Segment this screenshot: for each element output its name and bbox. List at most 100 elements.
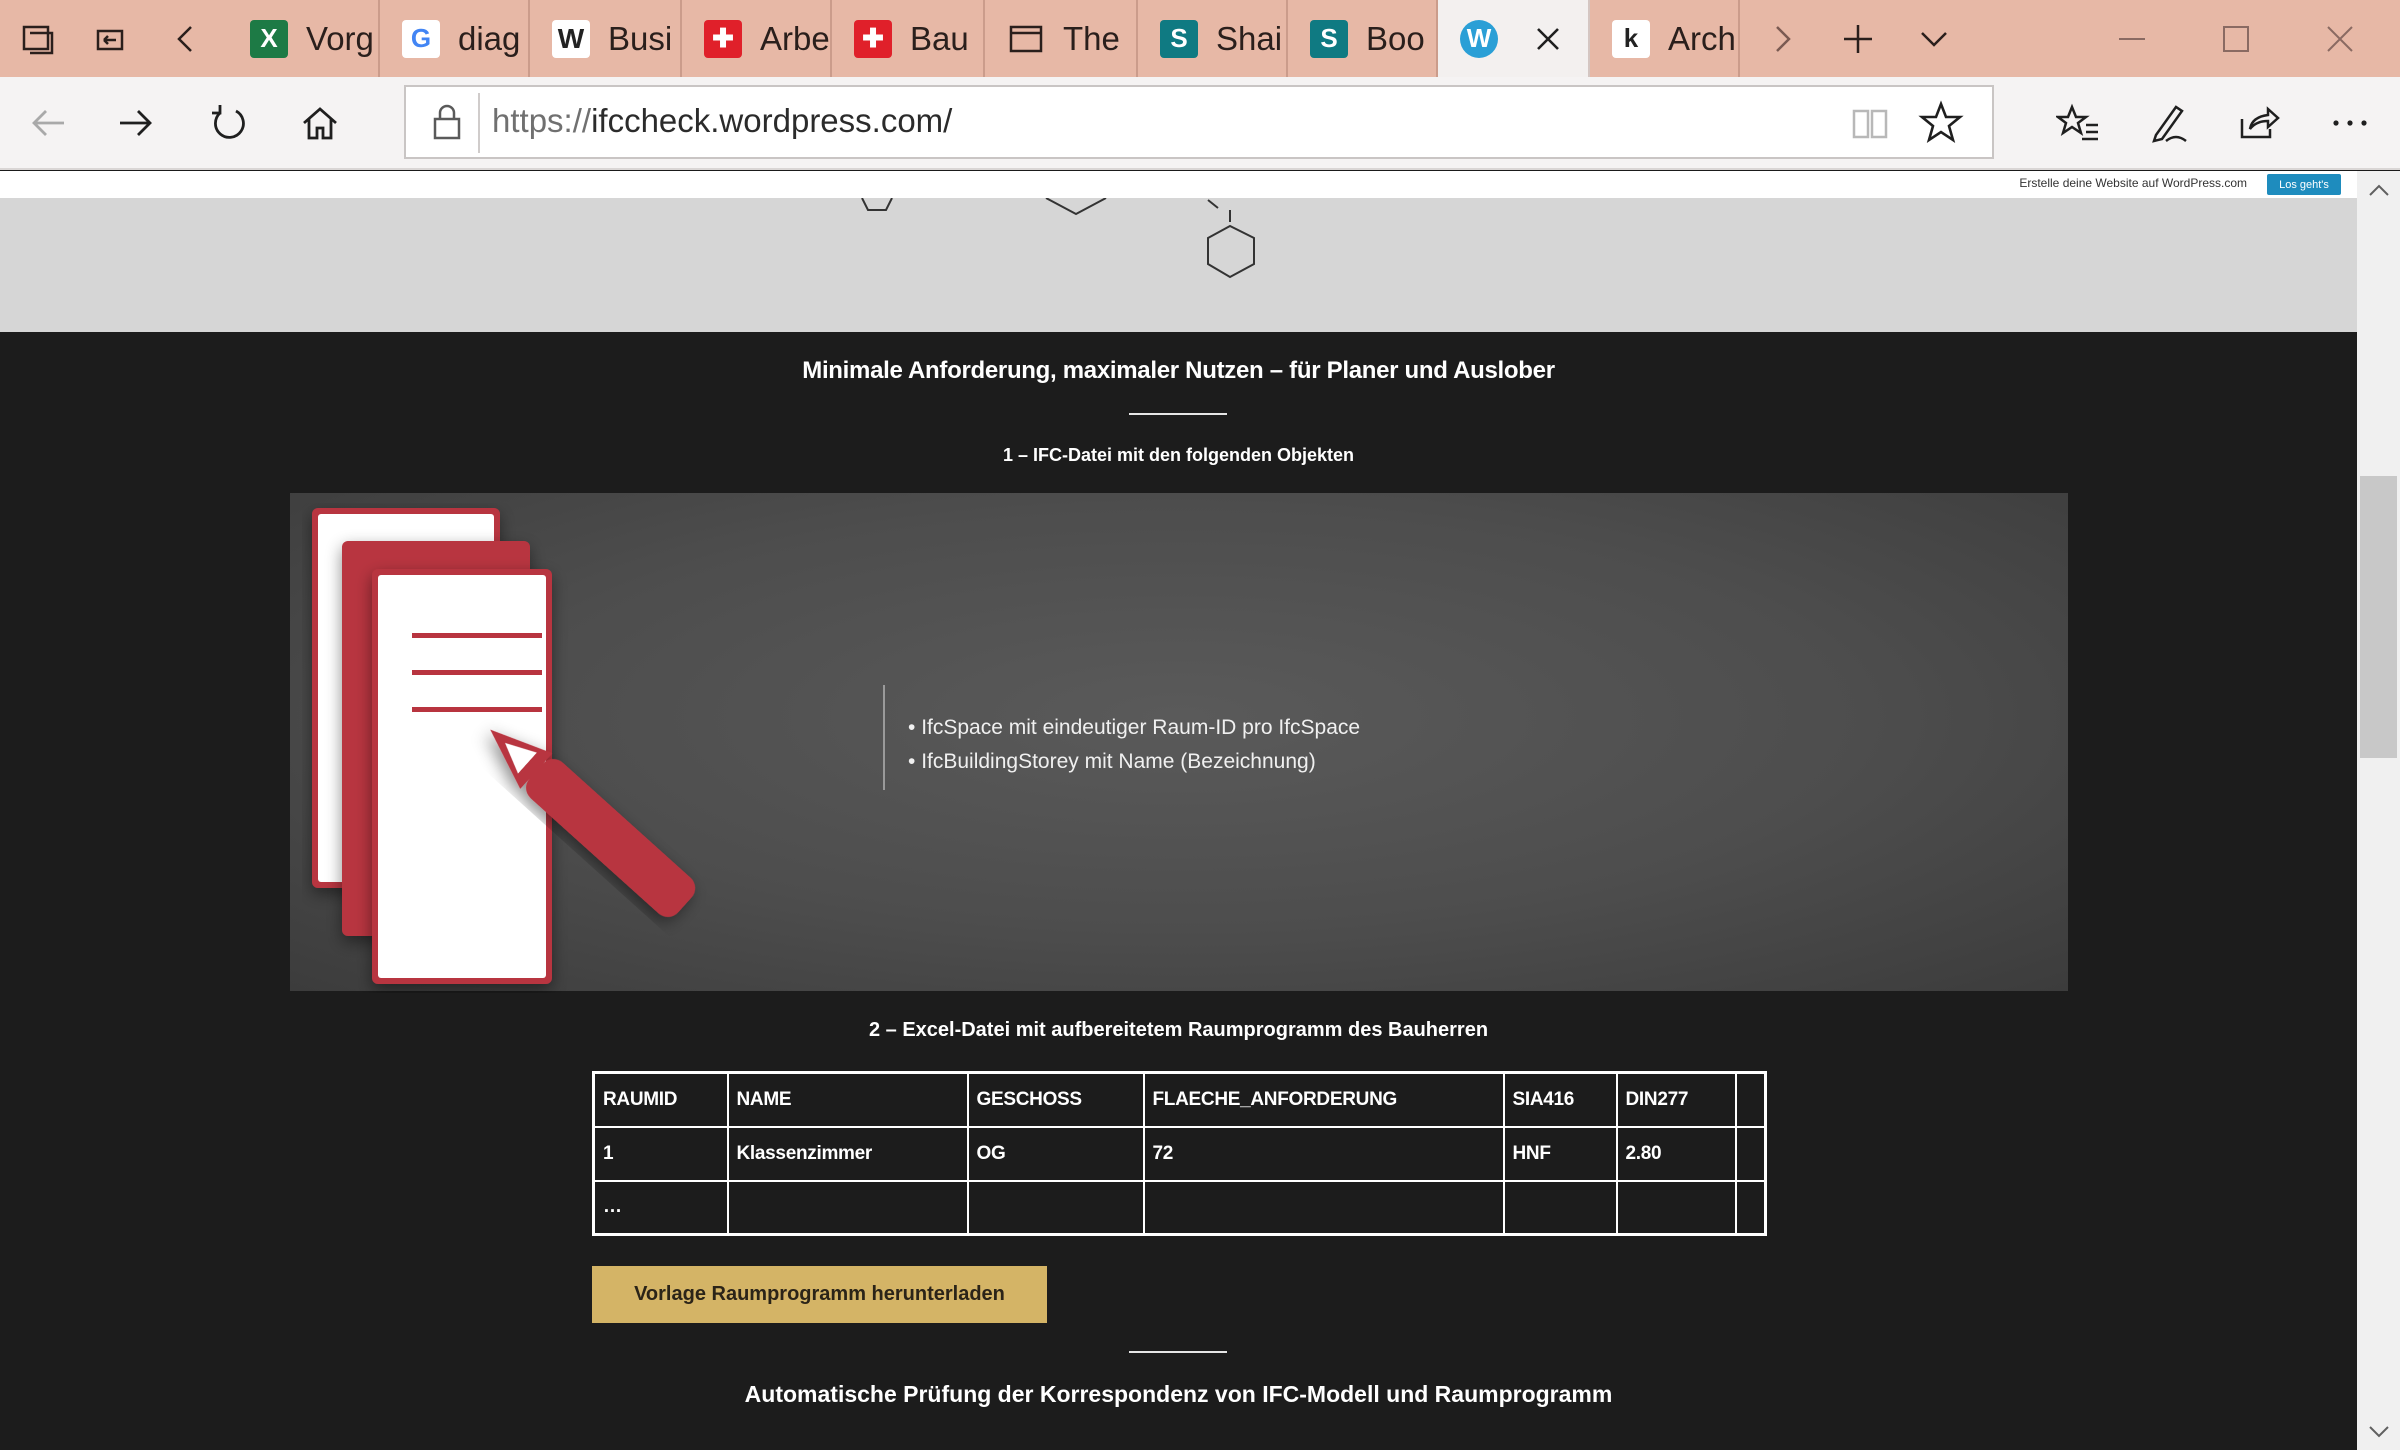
- tab-title: Arbe: [760, 19, 830, 57]
- table-header-row: RAUMID NAME GESCHOSS FLAECHE_ANFORDERUNG…: [592, 1071, 1767, 1128]
- tab-title: diag: [458, 19, 521, 57]
- share-button[interactable]: [2228, 93, 2288, 153]
- browser-tab[interactable]: Gdiag: [380, 0, 530, 77]
- download-template-button[interactable]: Vorlage Raumprogramm herunterladen: [592, 1266, 1047, 1323]
- favorites-button[interactable]: [2048, 93, 2108, 153]
- section-divider: [1129, 1351, 1227, 1353]
- table-cell: [1615, 1179, 1737, 1236]
- new-tab-button[interactable]: [1820, 0, 1896, 77]
- wordpress-cta-button[interactable]: Los geht's: [2267, 174, 2341, 195]
- back-button[interactable]: [18, 93, 78, 153]
- wordpress-promo-bar: Erstelle deine Website auf WordPress.com…: [0, 171, 2357, 198]
- table-row: 1 Klassenzimmer OG 72 HNF 2.80: [592, 1125, 1767, 1182]
- table-cell: OG: [966, 1125, 1145, 1182]
- table-cell: [1734, 1125, 1767, 1182]
- tabs-aside-icon: [96, 29, 124, 50]
- web-page: Erstelle deine Website auf WordPress.com…: [0, 171, 2357, 1450]
- reading-view-icon[interactable]: [1848, 101, 1892, 145]
- navigation-bar: https://ifccheck.wordpress.com/: [0, 77, 2400, 170]
- close-tab-icon[interactable]: [1528, 19, 1568, 59]
- arrow-left-icon: [32, 110, 64, 136]
- table-cell: [966, 1179, 1145, 1236]
- close-window-button[interactable]: [2290, 0, 2390, 77]
- browser-tab[interactable]: W: [1438, 0, 1590, 77]
- step1-title: 1 – IFC-Datei mit den folgenden Objekten: [1002, 445, 1355, 465]
- set-aside-tabs-icon: [22, 25, 54, 54]
- scroll-down-arrow-icon[interactable]: [2365, 1417, 2393, 1445]
- column-header: GESCHOSS: [966, 1071, 1145, 1128]
- scroll-tabs-left-button[interactable]: [148, 0, 224, 77]
- excel-icon: X: [250, 19, 288, 58]
- table-cell: [1502, 1179, 1618, 1236]
- wikipedia-icon: W: [552, 19, 590, 58]
- refresh-icon: [212, 105, 245, 139]
- list-item: IfcSpace mit eindeutiger Raum-ID pro Ifc…: [908, 711, 1360, 745]
- k-icon: k: [1612, 19, 1650, 58]
- browser-tab[interactable]: X Vorg: [228, 0, 380, 77]
- address-separator: [478, 93, 480, 153]
- lock-icon[interactable]: [426, 101, 468, 143]
- maximize-icon: [2223, 25, 2249, 52]
- refresh-button[interactable]: [198, 93, 258, 153]
- table-cell: [726, 1179, 969, 1236]
- browser-tab[interactable]: S Shai: [1138, 0, 1288, 77]
- section-title: Minimale Anforderung, maximaler Nutzen –…: [802, 357, 1555, 384]
- tab-preview-button[interactable]: [1896, 0, 1972, 77]
- url-protocol: https://: [492, 102, 592, 139]
- ifc-requirements-panel: IfcSpace mit eindeutiger Raum-ID pro Ifc…: [290, 493, 2068, 991]
- more-button[interactable]: [2320, 93, 2380, 153]
- table-row: …: [592, 1179, 1767, 1236]
- table-cell: HNF: [1502, 1125, 1618, 1182]
- pen-icon: [2152, 105, 2187, 143]
- table-cell: [1142, 1179, 1505, 1236]
- url-host: ifccheck.wordpress.com/: [591, 102, 953, 139]
- tab-bar: X Vorg Gdiag W Busi ✚ Arbe ✚ Bau The S Shai S Boo Wk Ar…: [0, 0, 2400, 77]
- browser-tab[interactable]: W Busi: [530, 0, 682, 77]
- table-cell: 72: [1142, 1125, 1505, 1182]
- share-icon: [2240, 106, 2280, 139]
- tab-title: Boo: [1366, 19, 1425, 57]
- google-icon: G: [402, 19, 440, 58]
- page-scrollbar[interactable]: [2357, 171, 2400, 1450]
- list-divider: [883, 685, 885, 790]
- forward-button[interactable]: [106, 93, 166, 153]
- address-bar[interactable]: https://ifccheck.wordpress.com/: [404, 85, 1994, 159]
- browser-tab[interactable]: ✚ Bau: [832, 0, 985, 77]
- step2-title: 2 – Excel-Datei mit aufbereitetem Raumpr…: [868, 1019, 1489, 1041]
- document-pencil-icon: [312, 508, 696, 984]
- more-dots-icon: [2333, 120, 2367, 126]
- window-icon: [1007, 20, 1045, 58]
- scroll-up-arrow-icon[interactable]: [2365, 177, 2393, 205]
- restore-tabs-button[interactable]: [72, 0, 148, 77]
- browser-tab[interactable]: The: [985, 0, 1138, 77]
- sharepoint-icon: S: [1310, 19, 1348, 58]
- favorite-star-icon[interactable]: [1918, 99, 1964, 145]
- home-button[interactable]: [290, 93, 350, 153]
- browser-tab[interactable]: k Arch: [1590, 0, 1740, 77]
- favorites-list-icon: [2056, 103, 2098, 141]
- minimize-button[interactable]: [2082, 0, 2182, 77]
- tab-title: The: [1063, 19, 1120, 57]
- column-header: FLAECHE_ANFORDERUNG: [1142, 1071, 1505, 1128]
- tab-title: Busi: [608, 19, 673, 57]
- section2-title: Automatische Prüfung der Korrespondenz v…: [744, 1381, 1613, 1407]
- minimize-icon: [2119, 37, 2145, 40]
- swiss-flag-icon: ✚: [854, 19, 892, 58]
- column-header: [1734, 1071, 1767, 1128]
- close-icon: [2327, 25, 2353, 52]
- plus-icon: [1844, 24, 1872, 53]
- table-cell: [1734, 1179, 1767, 1236]
- scroll-tabs-right-button[interactable]: [1744, 0, 1820, 77]
- swiss-flag-icon: ✚: [704, 19, 742, 58]
- sharepoint-icon: S: [1160, 19, 1198, 58]
- browser-tab[interactable]: S Boo: [1288, 0, 1438, 77]
- browser-tab[interactable]: ✚ Arbe: [682, 0, 832, 77]
- web-notes-button[interactable]: [2138, 93, 2198, 153]
- tab-manager-button[interactable]: [0, 0, 76, 77]
- column-header: RAUMID: [592, 1071, 729, 1128]
- maximize-button[interactable]: [2186, 0, 2286, 77]
- scrollbar-thumb[interactable]: [2360, 476, 2397, 758]
- arrow-right-icon: [120, 110, 152, 136]
- table-cell: 2.80: [1615, 1125, 1737, 1182]
- url-text[interactable]: https://ifccheck.wordpress.com/: [492, 102, 952, 140]
